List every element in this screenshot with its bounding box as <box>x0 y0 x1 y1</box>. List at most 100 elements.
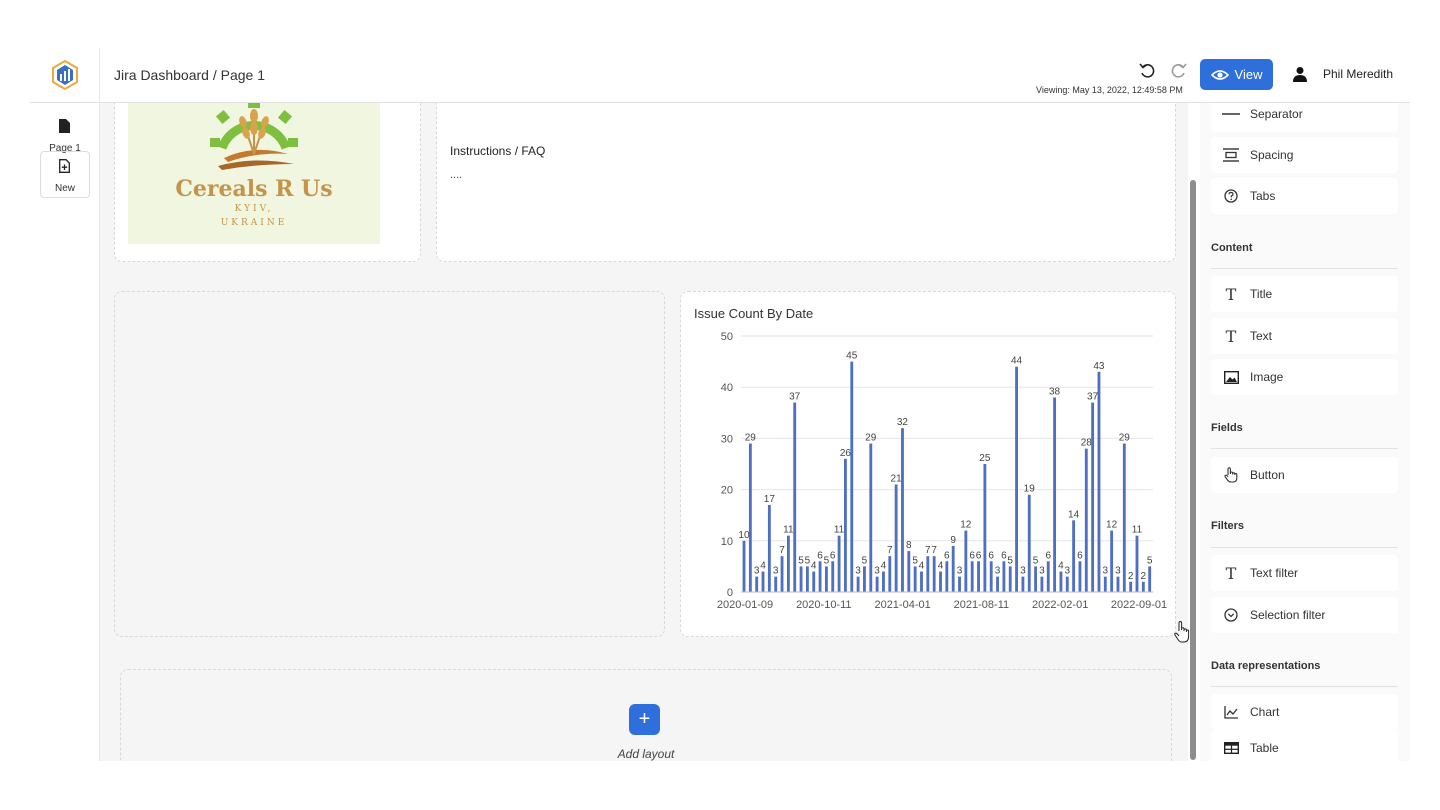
viewing-timestamp: Viewing: May 13, 2022, 12:49:58 PM <box>1036 85 1183 95</box>
undo-icon[interactable] <box>1137 60 1157 80</box>
bar-data-label: 25 <box>979 453 991 464</box>
faq-text: .... <box>450 169 463 181</box>
view-button[interactable]: View <box>1200 59 1273 90</box>
component-panel: Separator Spacing Tabs Content T Title T… <box>1200 103 1410 761</box>
chart-bar <box>958 576 961 592</box>
chart-bar <box>793 402 797 592</box>
x-tick-label: 2020-01-09 <box>717 599 773 611</box>
bar-data-label: 4 <box>760 561 766 572</box>
bar-data-label: 4 <box>919 561 925 572</box>
user-name[interactable]: Phil Meredith <box>1323 67 1393 81</box>
bar-data-label: 5 <box>1033 555 1039 566</box>
bar-data-label: 21 <box>891 473 903 484</box>
chart-bar <box>1148 566 1152 592</box>
chart-item[interactable]: Chart <box>1211 694 1398 730</box>
button-item[interactable]: Button <box>1211 457 1398 493</box>
bar-data-label: 11 <box>834 525 845 536</box>
text-filter-item[interactable]: T Text filter <box>1211 555 1398 591</box>
page-1-tab[interactable]: Page 1 <box>40 111 90 154</box>
chart-bar <box>1002 561 1006 592</box>
breadcrumb: Jira Dashboard / Page 1 <box>114 67 265 83</box>
chart-bar <box>1110 530 1114 592</box>
bar-data-label: 37 <box>1087 392 1099 403</box>
canvas-scrollbar-thumb[interactable] <box>1190 180 1196 760</box>
text-filter-label: Text filter <box>1250 566 1299 580</box>
chart-bar <box>824 566 828 592</box>
bar-data-label: 29 <box>865 433 877 444</box>
table-icon <box>1220 739 1242 757</box>
chart-bar <box>863 566 866 592</box>
filters-section-divider <box>1211 547 1398 548</box>
chart-bar <box>932 556 936 592</box>
button-label: Button <box>1250 468 1285 482</box>
add-layout-button[interactable]: + <box>629 704 660 735</box>
bar-data-label: 3 <box>773 566 779 577</box>
bar-data-label: 6 <box>944 550 950 561</box>
new-page-label: New <box>54 183 75 194</box>
chart-bar <box>869 443 873 592</box>
add-layout-label: Add layout <box>617 747 675 761</box>
chart-bar <box>1015 366 1018 592</box>
bar-data-label: 3 <box>1039 566 1045 577</box>
bar-data-label: 14 <box>1068 509 1080 520</box>
redo-icon[interactable] <box>1169 60 1189 80</box>
content-section-divider <box>1211 268 1398 269</box>
table-item[interactable]: Table <box>1211 730 1398 761</box>
issue-count-chart-widget[interactable]: Issue Count By Date 0 10 20 30 40 50 10 29 3 4 17 3… <box>680 291 1176 637</box>
separator-item[interactable]: Separator <box>1211 103 1398 132</box>
bar-data-label: 3 <box>874 566 880 577</box>
bar-data-label: 5 <box>912 555 918 566</box>
wheat-gear-icon <box>210 103 298 170</box>
chart-bar <box>1040 576 1044 592</box>
chart-bar <box>1065 576 1069 592</box>
bar-data-label: 3 <box>957 566 963 577</box>
chart-bar <box>1116 576 1120 592</box>
eye-icon <box>1210 69 1229 80</box>
chart-bar <box>913 566 917 592</box>
chart-bar <box>945 561 949 592</box>
app-logo-icon[interactable] <box>52 60 78 90</box>
bar-data-label: 29 <box>745 433 757 444</box>
chart-bar <box>1084 448 1088 592</box>
user-icon[interactable] <box>1292 66 1308 82</box>
y-tick-label: 20 <box>721 485 733 497</box>
title-item[interactable]: T Title <box>1211 276 1398 312</box>
bar-data-label: 4 <box>811 561 817 572</box>
text-label: Text <box>1250 329 1273 343</box>
y-tick-label: 50 <box>721 331 733 343</box>
table-label: Table <box>1250 741 1279 755</box>
y-tick-label: 30 <box>721 433 733 445</box>
chart-bar <box>812 571 816 592</box>
chart-bar <box>1072 520 1076 592</box>
data-representations-divider <box>1211 686 1398 687</box>
chart-bar <box>1097 371 1101 592</box>
bar-data-label: 3 <box>1020 566 1026 577</box>
title-label: Title <box>1250 287 1273 301</box>
spacing-item[interactable]: Spacing <box>1211 137 1398 173</box>
chart-bar <box>989 561 993 592</box>
text-item[interactable]: T Text <box>1211 318 1398 354</box>
chart-bar <box>818 561 822 592</box>
chart-bar <box>1021 576 1025 592</box>
x-tick-label: 2020-10-11 <box>796 599 851 611</box>
cereals-logo-image: Cereals R Us KYIV, UKRAINE <box>128 103 380 244</box>
brand-name: Cereals R Us <box>175 176 333 202</box>
chart-bar <box>939 571 942 592</box>
x-tick-label: 2022-09-01 <box>1111 599 1167 611</box>
chart-bar <box>780 556 784 592</box>
bar-data-label: 7 <box>779 545 785 556</box>
logo-widget[interactable]: Cereals R Us KYIV, UKRAINE <box>114 103 421 262</box>
bar-data-label: 38 <box>1049 386 1061 397</box>
chart-bar <box>1078 561 1082 592</box>
image-item[interactable]: Image <box>1211 359 1398 395</box>
chart-bar <box>767 504 771 592</box>
spacing-label: Spacing <box>1250 148 1294 162</box>
new-page-button[interactable]: New <box>40 151 90 198</box>
bar-data-label: 5 <box>798 555 804 566</box>
image-icon <box>1220 368 1242 386</box>
selection-filter-item[interactable]: Selection filter <box>1211 597 1398 633</box>
fields-section-divider <box>1211 448 1398 449</box>
tabs-item[interactable]: Tabs <box>1211 178 1398 214</box>
faq-widget[interactable]: Instructions / FAQ .... <box>436 103 1176 262</box>
empty-widget[interactable] <box>114 291 665 637</box>
